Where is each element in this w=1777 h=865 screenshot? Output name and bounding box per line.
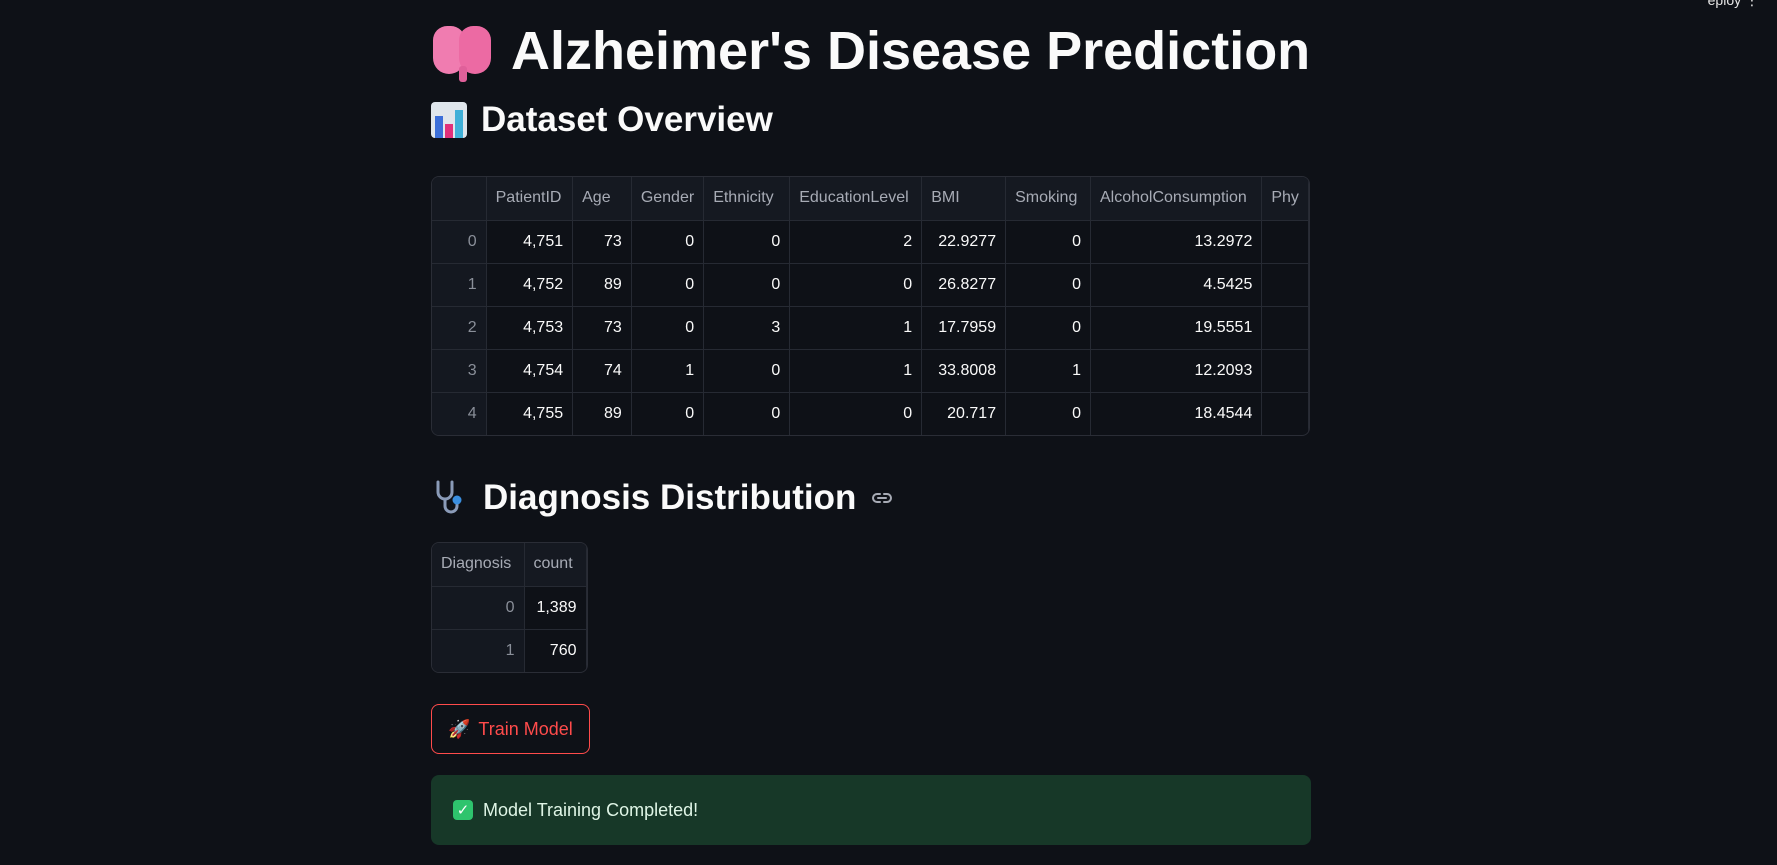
table-cell[interactable]: 0 bbox=[631, 220, 705, 264]
table-row: 4 4,755 89 0 0 0 20.717 0 18.4544 bbox=[432, 392, 1309, 435]
row-index[interactable]: 4 bbox=[432, 392, 487, 435]
table-row: 3 4,754 74 1 0 1 33.8008 1 12.2093 bbox=[432, 349, 1309, 393]
deploy-menu-fragment[interactable]: eploy ⋮ bbox=[1708, 0, 1759, 9]
column-header[interactable]: AlcoholConsumption bbox=[1090, 177, 1263, 221]
table-cell[interactable]: 4,751 bbox=[486, 220, 574, 264]
column-header[interactable]: EducationLevel bbox=[789, 177, 923, 221]
column-header[interactable]: count bbox=[524, 543, 587, 587]
table-cell[interactable]: 0 bbox=[789, 263, 923, 307]
row-index[interactable]: 3 bbox=[432, 349, 487, 393]
table-cell[interactable]: 0 bbox=[703, 263, 791, 307]
column-header[interactable]: Ethnicity bbox=[703, 177, 791, 221]
table-cell[interactable]: 12.2093 bbox=[1090, 349, 1263, 393]
brain-icon bbox=[431, 20, 493, 82]
check-icon: ✓ bbox=[453, 800, 473, 820]
table-cell[interactable]: 4.5425 bbox=[1090, 263, 1263, 307]
column-header[interactable]: BMI bbox=[921, 177, 1007, 221]
table-cell[interactable]: 74 bbox=[572, 349, 632, 393]
table-cell[interactable]: 0 bbox=[631, 392, 705, 435]
row-index[interactable]: 1 bbox=[432, 263, 487, 307]
column-header[interactable]: Phy bbox=[1261, 177, 1309, 221]
table-cell[interactable] bbox=[1261, 306, 1309, 350]
table-cell[interactable]: 0 bbox=[1005, 392, 1091, 435]
table-cell[interactable]: 19.5551 bbox=[1090, 306, 1263, 350]
column-header[interactable] bbox=[432, 177, 487, 221]
table-row: 0 4,751 73 0 0 2 22.9277 0 13.2972 bbox=[432, 220, 1309, 264]
table-row: 1 4,752 89 0 0 0 26.8277 0 4.5425 bbox=[432, 263, 1309, 307]
success-alert: ✓ Model Training Completed! bbox=[431, 775, 1311, 845]
page-title-text: Alzheimer's Disease Prediction bbox=[511, 21, 1311, 81]
dataset-table[interactable]: PatientID Age Gender Ethnicity EducationLeve… bbox=[431, 176, 1310, 436]
dataset-overview-heading: Dataset Overview bbox=[431, 100, 773, 140]
diagnosis-table[interactable]: Diagnosis count 0 1,389 1 760 bbox=[431, 542, 588, 673]
table-cell[interactable]: 0 bbox=[631, 263, 705, 307]
train-model-label: Train Model bbox=[478, 718, 573, 739]
column-header[interactable]: PatientID bbox=[486, 177, 574, 221]
table-cell[interactable]: 1 bbox=[1005, 349, 1091, 393]
table-cell[interactable]: 1 bbox=[789, 349, 923, 393]
table-cell[interactable]: 4,754 bbox=[486, 349, 574, 393]
table-cell[interactable]: 0 bbox=[703, 349, 791, 393]
row-index[interactable]: 0 bbox=[432, 220, 487, 264]
link-icon[interactable] bbox=[870, 486, 894, 510]
column-header[interactable]: Diagnosis bbox=[432, 543, 525, 587]
table-cell[interactable] bbox=[1261, 392, 1309, 435]
table-cell[interactable]: 22.9277 bbox=[921, 220, 1007, 264]
row-index[interactable]: 1 bbox=[432, 629, 525, 672]
success-message: Model Training Completed! bbox=[483, 799, 699, 820]
table-cell[interactable]: 1,389 bbox=[524, 586, 587, 630]
table-cell[interactable] bbox=[1261, 263, 1309, 307]
table-cell[interactable]: 760 bbox=[524, 629, 587, 672]
table-cell[interactable]: 18.4544 bbox=[1090, 392, 1263, 435]
train-model-button[interactable]: 🚀 Train Model bbox=[431, 704, 590, 754]
table-cell[interactable]: 4,752 bbox=[486, 263, 574, 307]
table-cell[interactable] bbox=[1261, 220, 1309, 264]
table-cell[interactable]: 4,755 bbox=[486, 392, 574, 435]
table-cell[interactable]: 0 bbox=[789, 392, 923, 435]
rocket-icon: 🚀 bbox=[448, 718, 471, 739]
table-row: 2 4,753 73 0 3 1 17.7959 0 19.5551 bbox=[432, 306, 1309, 350]
table-row: 1 760 bbox=[432, 629, 587, 672]
table-cell[interactable]: 0 bbox=[1005, 306, 1091, 350]
table-cell[interactable]: 4,753 bbox=[486, 306, 574, 350]
table-cell[interactable]: 17.7959 bbox=[921, 306, 1007, 350]
table-cell[interactable]: 13.2972 bbox=[1090, 220, 1263, 264]
row-index[interactable]: 2 bbox=[432, 306, 487, 350]
table-cell[interactable]: 73 bbox=[572, 220, 632, 264]
diagnosis-distribution-heading: Diagnosis Distribution bbox=[431, 478, 894, 518]
dataset-overview-heading-text: Dataset Overview bbox=[481, 100, 773, 139]
column-header[interactable]: Smoking bbox=[1005, 177, 1091, 221]
table-cell[interactable]: 89 bbox=[572, 392, 632, 435]
table-cell[interactable]: 20.717 bbox=[921, 392, 1007, 435]
diagnosis-distribution-heading-text: Diagnosis Distribution bbox=[483, 478, 857, 517]
table-cell[interactable]: 1 bbox=[789, 306, 923, 350]
table-cell[interactable]: 73 bbox=[572, 306, 632, 350]
column-header[interactable]: Age bbox=[572, 177, 632, 221]
table-cell[interactable]: 0 bbox=[703, 392, 791, 435]
page-title: Alzheimer's Disease Prediction bbox=[431, 18, 1310, 84]
table-cell[interactable]: 0 bbox=[703, 220, 791, 264]
bar-chart-icon bbox=[431, 102, 467, 138]
stethoscope-icon bbox=[436, 480, 462, 514]
table-cell[interactable]: 26.8277 bbox=[921, 263, 1007, 307]
table-cell[interactable]: 89 bbox=[572, 263, 632, 307]
table-cell[interactable]: 0 bbox=[1005, 263, 1091, 307]
table-cell[interactable] bbox=[1261, 349, 1309, 393]
table-row: 0 1,389 bbox=[432, 586, 587, 630]
table-cell[interactable]: 33.8008 bbox=[921, 349, 1007, 393]
table-cell[interactable]: 0 bbox=[1005, 220, 1091, 264]
column-header[interactable]: Gender bbox=[631, 177, 705, 221]
table-cell[interactable]: 1 bbox=[631, 349, 705, 393]
row-index[interactable]: 0 bbox=[432, 586, 525, 630]
table-cell[interactable]: 0 bbox=[631, 306, 705, 350]
table-cell[interactable]: 2 bbox=[789, 220, 923, 264]
table-cell[interactable]: 3 bbox=[703, 306, 791, 350]
